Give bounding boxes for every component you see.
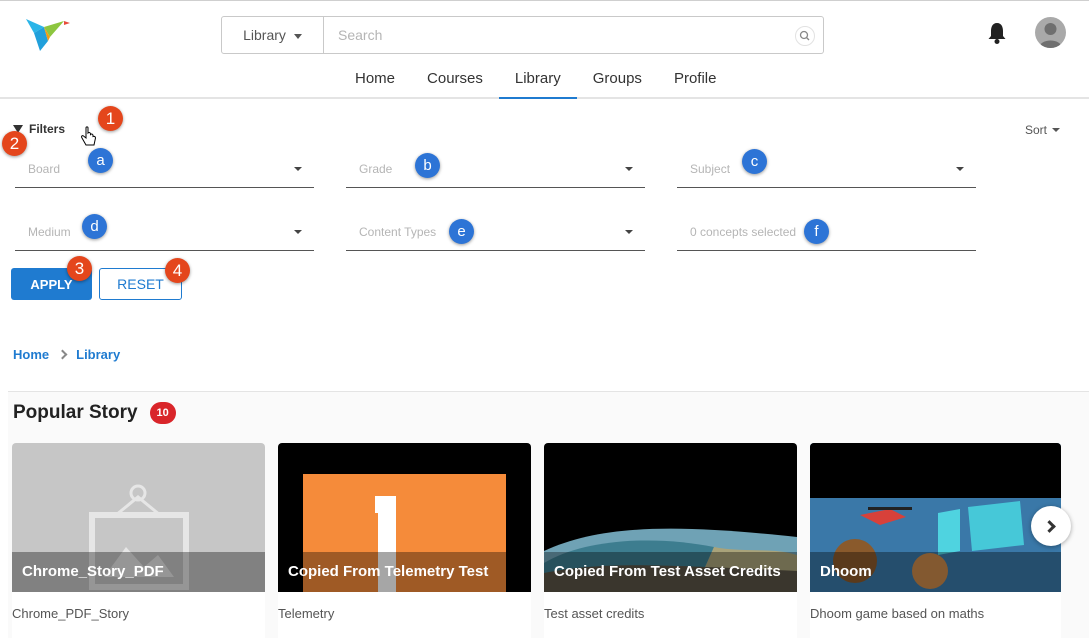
tab-profile[interactable]: Profile <box>658 62 733 99</box>
logo-bird-icon[interactable] <box>20 11 80 59</box>
annotation-marker-b: b <box>415 153 440 178</box>
card-thumbnail: Copied From Test Asset Credits <box>544 443 797 592</box>
card-title: Copied From Telemetry Test <box>278 552 531 592</box>
medium-select[interactable]: Medium <box>15 213 314 251</box>
content-card[interactable]: Chrome_Story_PDF Chrome_PDF_Story <box>12 443 265 638</box>
search-bar: Library Search <box>221 16 824 54</box>
annotation-marker-1: 1 <box>98 106 123 131</box>
app-header: Library Search Home Courses Library Grou… <box>0 1 1089 99</box>
content-types-placeholder: Content Types <box>359 224 437 239</box>
search-placeholder: Search <box>338 27 383 43</box>
chevron-right-icon <box>57 349 68 360</box>
sort-label: Sort <box>1025 123 1048 137</box>
content-types-select[interactable]: Content Types <box>346 213 645 251</box>
search-input[interactable]: Search <box>324 16 824 54</box>
chevron-down-icon <box>294 167 302 171</box>
grade-placeholder: Grade <box>359 161 393 176</box>
chevron-down-icon <box>293 33 302 39</box>
annotation-marker-3: 3 <box>67 256 92 281</box>
card-thumbnail: Chrome_Story_PDF <box>12 443 265 592</box>
card-description: Test asset credits <box>544 606 645 621</box>
chevron-down-icon <box>956 167 964 171</box>
subject-placeholder: Subject <box>690 161 731 176</box>
tab-home[interactable]: Home <box>339 62 411 99</box>
content-card[interactable]: Copied From Test Asset Credits Test asse… <box>544 443 797 638</box>
breadcrumb-home[interactable]: Home <box>13 347 49 362</box>
board-placeholder: Board <box>28 161 61 176</box>
content-card[interactable]: Dhoom Dhoom game based on maths <box>810 443 1061 638</box>
chevron-right-icon <box>1043 519 1056 533</box>
grade-select[interactable]: Grade <box>346 150 645 188</box>
card-description: Dhoom game based on maths <box>810 606 985 621</box>
annotation-marker-c: c <box>742 149 767 174</box>
chevron-down-icon <box>625 167 633 171</box>
main-nav: Home Courses Library Groups Profile <box>339 62 732 99</box>
breadcrumb: Home Library <box>13 347 120 362</box>
bell-icon[interactable] <box>986 21 1008 45</box>
card-description: Telemetry <box>278 606 335 621</box>
annotation-marker-f: f <box>804 219 829 244</box>
chevron-down-icon <box>294 230 302 234</box>
annotation-marker-d: d <box>82 214 107 239</box>
search-icon[interactable] <box>795 26 815 46</box>
chevron-down-icon <box>1052 128 1061 132</box>
annotation-marker-2: 2 <box>2 131 27 156</box>
board-select[interactable]: Board <box>15 150 314 188</box>
card-title: Copied From Test Asset Credits <box>544 552 797 592</box>
annotation-marker-e: e <box>449 219 474 244</box>
section-header: Popular Story 10 <box>13 402 176 424</box>
card-title: Chrome_Story_PDF <box>12 552 265 592</box>
search-scope-dropdown[interactable]: Library <box>221 16 324 54</box>
card-description: Chrome_PDF_Story <box>12 606 130 621</box>
breadcrumb-library[interactable]: Library <box>76 347 120 362</box>
annotation-marker-a: a <box>88 148 113 173</box>
sort-dropdown[interactable]: Sort <box>1025 123 1061 137</box>
carousel-next-button[interactable] <box>1031 506 1071 546</box>
filters-label: Filters <box>29 122 66 136</box>
medium-placeholder: Medium <box>28 224 71 239</box>
tab-courses[interactable]: Courses <box>411 62 499 99</box>
card-thumbnail: Dhoom <box>810 443 1061 592</box>
search-scope-label: Library <box>243 27 286 43</box>
section-title: Popular Story <box>13 402 138 423</box>
card-thumbnail: Copied From Telemetry Test <box>278 443 531 592</box>
avatar-icon[interactable] <box>1035 17 1066 48</box>
content-card[interactable]: Copied From Telemetry Test Telemetry <box>278 443 531 638</box>
card-title: Dhoom <box>810 552 1061 592</box>
annotation-marker-4: 4 <box>165 258 190 283</box>
tab-groups[interactable]: Groups <box>577 62 658 99</box>
count-badge: 10 <box>149 402 176 424</box>
chevron-down-icon <box>625 230 633 234</box>
concepts-placeholder: 0 concepts selected <box>690 224 797 239</box>
subject-select[interactable]: Subject <box>677 150 976 188</box>
tab-library[interactable]: Library <box>498 62 577 99</box>
